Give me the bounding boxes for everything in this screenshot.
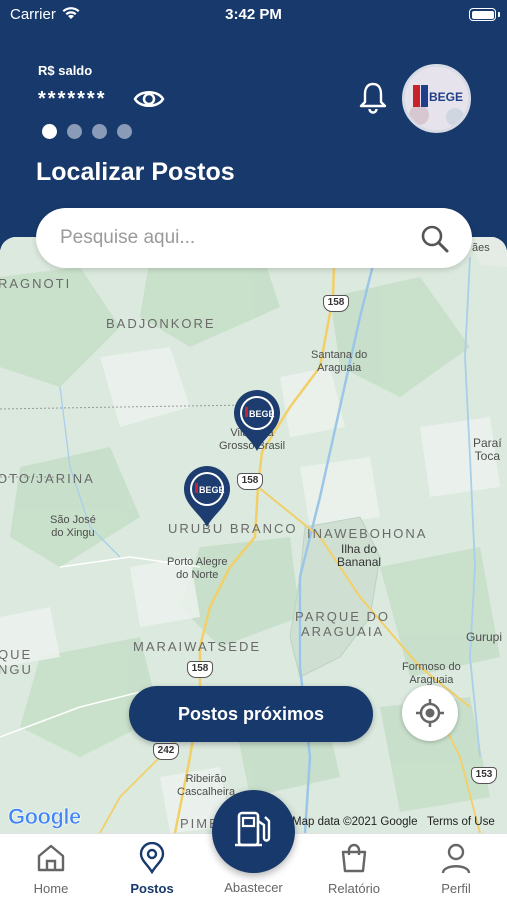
map-terms-link[interactable]: Terms of Use — [427, 816, 495, 828]
map-copyright: Map data ©2021 Google — [292, 816, 418, 828]
tab-postos[interactable]: Postos — [107, 834, 197, 900]
map-region-label: BADJONKORE — [106, 316, 216, 331]
nearby-stations-button[interactable]: Postos próximos — [129, 686, 373, 742]
map-town-label: Ilha do Bananal — [337, 542, 382, 569]
map-town-label: Porto Alegre do Norte — [167, 556, 228, 581]
tab-relatorio[interactable]: Relatório — [309, 834, 399, 900]
map-town-label: Formoso do Araguaia — [402, 661, 461, 686]
brand-logo-icon: BEGE — [405, 67, 468, 130]
search-bar — [36, 208, 472, 268]
avatar-brand-text: BEGE — [429, 90, 463, 104]
home-icon — [37, 844, 65, 872]
pin-brand-text: BEGE — [249, 409, 275, 419]
map-town-label: ães — [472, 242, 490, 254]
map-region-label: MARAIWATSEDE — [133, 639, 262, 654]
map-town-label: São José do Xingu — [50, 514, 96, 539]
road-shield: 242 — [153, 743, 179, 760]
tab-label: Postos — [130, 881, 174, 896]
google-logo: Google — [8, 804, 82, 830]
tab-label-abastecer[interactable]: Abastecer — [206, 880, 301, 895]
tab-label: Perfil — [441, 881, 471, 896]
carousel-dot[interactable] — [117, 124, 132, 139]
my-location-button[interactable] — [402, 685, 458, 741]
map-town-label: Paraí Toca — [473, 436, 502, 463]
location-pin-icon — [139, 842, 165, 874]
status-time: 3:42 PM — [225, 6, 282, 23]
carousel-dot[interactable] — [67, 124, 82, 139]
road-shield: 153 — [471, 767, 497, 784]
location-pin-icon[interactable]: BEGE — [232, 389, 282, 453]
search-input[interactable] — [60, 222, 420, 254]
pin-brand-text: BEGE — [199, 485, 225, 495]
search-icon[interactable] — [420, 224, 450, 254]
road-shield: 158 — [323, 295, 349, 312]
tab-perfil[interactable]: Perfil — [411, 834, 501, 900]
avatar[interactable]: BEGE — [402, 64, 471, 133]
tab-label: Home — [33, 881, 69, 896]
road-shield: 158 — [187, 661, 213, 678]
balance-label: R$ saldo — [38, 63, 93, 78]
refuel-button[interactable] — [212, 790, 295, 873]
map-region-label: PARQUE DO ARAGUAIA — [295, 609, 391, 639]
page-title: Localizar Postos — [36, 158, 235, 186]
carousel-dot[interactable] — [92, 124, 107, 139]
bell-icon[interactable] — [358, 80, 388, 114]
eye-icon[interactable] — [133, 86, 165, 112]
shopping-bag-icon — [341, 843, 367, 873]
carousel-dots — [42, 124, 132, 139]
balance-value: ******* — [38, 88, 107, 110]
map-region-label: QUE NGU — [0, 647, 33, 677]
map-region-label: OTO/JARINA — [0, 471, 95, 486]
carousel-dot[interactable] — [42, 124, 57, 139]
road-shield: 158 — [237, 473, 263, 490]
map-town-label: Santana do Araguaia — [311, 349, 368, 374]
profile-icon — [441, 843, 471, 874]
fuel-pump-icon — [235, 811, 271, 847]
battery-icon — [469, 8, 500, 21]
location-pin-icon[interactable]: BEGE — [182, 465, 232, 529]
crosshair-icon — [416, 699, 444, 727]
google-logo-text: Google — [8, 804, 81, 829]
tab-home[interactable]: Home — [6, 834, 96, 900]
map-town-label: Gurupi — [466, 630, 503, 644]
map-region-label: INAWEBOHONA — [307, 526, 428, 541]
map-region-label: RAGNOTI — [0, 276, 72, 291]
map-view[interactable]: RAGNOTI BADJONKORE Santana do Araguaia V… — [0, 237, 507, 833]
tab-label: Relatório — [327, 881, 381, 896]
status-bar: Carrier 3:42 PM — [0, 0, 507, 30]
